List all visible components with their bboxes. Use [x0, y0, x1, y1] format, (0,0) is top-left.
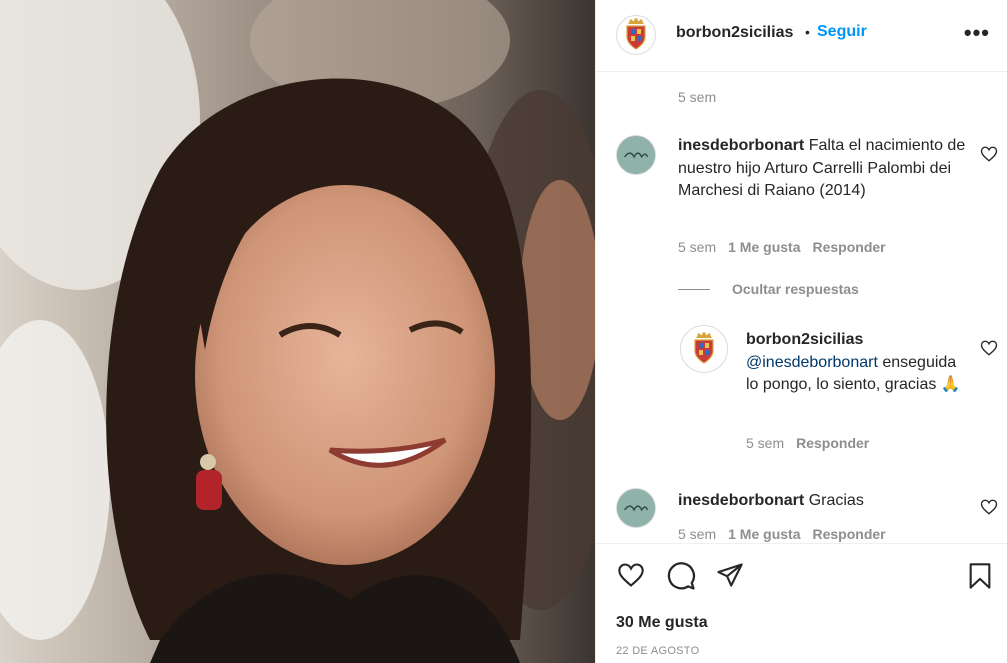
bookmark-icon[interactable]: [966, 560, 994, 592]
comment-meta: 5 sem 1 Me gusta Responder: [678, 239, 886, 255]
post-date[interactable]: 22 DE AGOSTO: [616, 645, 699, 657]
author-username[interactable]: borbon2sicilias: [676, 24, 793, 42]
post-actions-bar: 30 Me gusta 22 DE AGOSTO: [596, 543, 1007, 663]
post-header: borbon2sicilias • Seguir •••: [596, 0, 1007, 72]
heart-icon[interactable]: [980, 498, 998, 516]
reply-author-avatar[interactable]: [680, 325, 728, 373]
reply-mention-link[interactable]: @inesdeborbonart: [746, 354, 878, 371]
reply-button[interactable]: Responder: [812, 526, 885, 542]
replies-divider-line: [678, 288, 710, 290]
hide-replies-label: Ocultar respuestas: [732, 281, 859, 297]
art-logo-icon: [617, 489, 655, 527]
reply-button[interactable]: Responder: [812, 239, 885, 255]
heart-icon[interactable]: [980, 145, 998, 163]
heart-icon[interactable]: [616, 561, 646, 589]
reply-text: borbon2sicilias @inesdeborbonart ensegui…: [746, 329, 966, 397]
post-image: [0, 0, 595, 663]
hide-replies-button[interactable]: Ocultar respuestas: [678, 281, 859, 297]
art-logo-icon: [617, 136, 655, 174]
reply-meta: 5 sem Responder: [746, 435, 869, 451]
comment-timestamp[interactable]: 5 sem: [678, 239, 716, 255]
reply-username[interactable]: borbon2sicilias: [746, 331, 863, 348]
comment-meta: 5 sem 1 Me gusta Responder: [678, 526, 886, 542]
follow-button[interactable]: Seguir: [817, 23, 867, 41]
paper-plane-icon[interactable]: [715, 561, 745, 589]
reply-timestamp[interactable]: 5 sem: [746, 435, 784, 451]
coat-of-arms-icon: [694, 332, 714, 364]
commenter-avatar[interactable]: [616, 488, 656, 528]
comment-username[interactable]: inesdeborbonart: [678, 492, 804, 509]
more-options-icon[interactable]: •••: [964, 20, 990, 46]
separator-dot: •: [805, 24, 810, 40]
comment-timestamp[interactable]: 5 sem: [678, 526, 716, 542]
commenter-avatar[interactable]: [616, 135, 656, 175]
comment-body: Gracias: [808, 492, 864, 509]
comment-text: inesdeborbonart Gracias: [678, 490, 968, 513]
comment-likes[interactable]: 1 Me gusta: [728, 239, 800, 255]
likes-count[interactable]: 30 Me gusta: [616, 614, 708, 632]
author-avatar[interactable]: [616, 15, 656, 55]
coat-of-arms-icon: [626, 18, 646, 50]
speech-bubble-icon[interactable]: [666, 561, 696, 591]
comment-text: inesdeborbonart Falta el nacimiento de n…: [678, 135, 968, 203]
reply-button[interactable]: Responder: [796, 435, 869, 451]
heart-icon[interactable]: [980, 339, 998, 357]
comments-list[interactable]: 5 sem inesdeborbonart Falta el nacimient…: [596, 73, 1007, 542]
comment-username[interactable]: inesdeborbonart: [678, 137, 804, 154]
post-photo[interactable]: [0, 0, 595, 663]
caption-timestamp[interactable]: 5 sem: [678, 89, 716, 105]
post-side-panel: borbon2sicilias • Seguir ••• 5 sem inesd…: [595, 0, 1007, 663]
comment-likes[interactable]: 1 Me gusta: [728, 526, 800, 542]
